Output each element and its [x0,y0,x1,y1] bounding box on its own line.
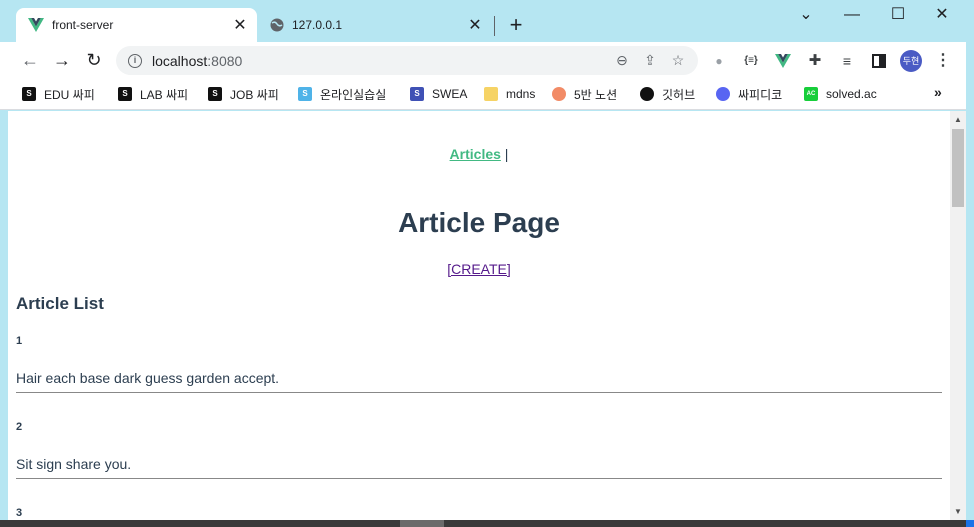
article-item[interactable]: 2 Sit sign share you. [16,421,942,479]
vue-devtools-icon[interactable] [772,50,794,72]
bookmarks-overflow-button[interactable]: » [934,84,942,100]
bookmark-label: SWEA [432,87,468,101]
article-id: 1 [16,335,23,347]
back-button[interactable]: ← [18,48,42,72]
horizontal-scroll-thumb[interactable] [400,520,444,527]
tab-front-server[interactable]: front-server ✕ [16,8,257,42]
github-extension-icon[interactable]: ● [708,50,730,72]
scroll-down-icon[interactable]: ▼ [950,507,966,516]
bookmark-mdns[interactable]: mdns [484,84,535,104]
ssafy-icon: S [22,87,36,101]
article-content: Sit sign share you. [16,456,132,472]
taskbar-accent [966,520,974,527]
menu-kebab-icon[interactable]: ⋮ [932,50,954,72]
minimize-button[interactable]: — [832,4,872,28]
maximize-button[interactable]: ☐ [878,4,918,28]
bookmark-label: LAB 싸피 [140,87,189,102]
extensions-puzzle-icon[interactable]: ✚ [804,50,826,72]
article-id: 3 [16,507,23,519]
bookmark-solvedac[interactable]: AC solved.ac [804,84,877,104]
tab-search-button[interactable]: ⌄ [786,4,826,28]
article-item[interactable]: 3 [16,507,942,519]
bookmark-label: solved.ac [826,87,877,101]
close-tab-icon[interactable]: ✕ [464,15,486,35]
taskbar-strip [0,520,974,527]
folder-icon [484,87,498,101]
bookmark-swea[interactable]: S SWEA [410,84,467,104]
app-nav: Articles | [8,146,950,162]
ssafy-icon: S [208,87,222,101]
bookmark-job-ssafy[interactable]: S JOB 싸피 [208,84,279,104]
page-viewport: Articles | Article Page [CREATE] Article… [8,111,950,520]
bookmark-label: JOB 싸피 [230,87,279,102]
tab-separator [494,16,495,36]
scroll-thumb[interactable] [952,129,964,207]
scroll-up-icon[interactable]: ▲ [950,115,966,124]
bookmarks-bar: S EDU 싸피 S LAB 싸피 S JOB 싸피 S 온라인실습실 S SW… [0,78,974,110]
bookmark-lab-ssafy[interactable]: S LAB 싸피 [118,84,188,104]
new-tab-button[interactable]: + [506,14,526,36]
bookmark-label: 싸피디코 [738,87,783,102]
bookmark-discord[interactable]: 싸피디코 [716,84,782,104]
globe-icon [270,18,284,32]
article-id: 2 [16,421,23,433]
divider [16,478,942,479]
nav-separator: | [500,146,509,162]
github-icon [640,87,654,101]
bookmark-notion[interactable]: 5반 노션 [552,84,617,104]
window-border [966,42,974,520]
reload-button[interactable]: ↻ [82,48,106,72]
ssafy-icon: S [118,87,132,101]
share-icon[interactable]: ⇪ [636,52,664,69]
side-panel-icon[interactable] [868,50,890,72]
nav-articles-link[interactable]: Articles [450,146,501,162]
bookmark-label: EDU 싸피 [44,87,95,102]
profile-avatar[interactable]: 두현 [900,50,922,72]
json-extension-icon[interactable]: {≡} [740,50,762,72]
forward-button[interactable]: → [50,48,74,72]
bookmark-github[interactable]: 깃허브 [640,84,695,104]
tab-title: front-server [52,18,114,32]
article-item[interactable]: 1 Hair each base dark guess garden accep… [16,335,942,393]
bookmark-star-icon[interactable]: ☆ [664,52,692,69]
ssafy-icon: S [298,87,312,101]
tab-127-0-0-1[interactable]: 127.0.0.1 ✕ [262,8,492,42]
article-content: Hair each base dark guess garden accept. [16,370,280,386]
peach-icon [552,87,566,101]
divider [16,392,942,393]
browser-toolbar: ← → ↻ i localhost:8080 ⊖ ⇪ ☆ ● {≡} ✚ ≡ 두… [0,42,974,78]
address-bar[interactable]: i localhost:8080 ⊖ ⇪ ☆ [116,46,698,75]
bookmark-online-lab[interactable]: S 온라인실습실 [298,84,386,104]
vertical-scrollbar[interactable]: ▲ ▼ [950,111,966,520]
solvedac-icon: AC [804,87,818,101]
create-link[interactable]: [CREATE] [447,261,511,277]
page-title: Article Page [398,207,560,238]
zoom-icon[interactable]: ⊖ [608,52,636,69]
bookmark-label: 온라인실습실 [320,87,387,102]
close-tab-icon[interactable]: ✕ [229,15,251,35]
bookmark-edu-ssafy[interactable]: S EDU 싸피 [22,84,95,104]
discord-icon [716,87,730,101]
tab-strip: front-server ✕ 127.0.0.1 ✕ + ⌄ — ☐ ✕ [0,0,974,42]
vue-logo-icon [28,18,44,32]
url-text[interactable]: localhost:8080 [152,53,608,69]
tab-title: 127.0.0.1 [292,18,343,32]
site-info-icon[interactable]: i [128,53,142,68]
close-window-button[interactable]: ✕ [922,4,962,28]
create-link-wrap: [CREATE] [8,261,950,277]
bookmark-label: 깃허브 [662,87,696,102]
list-heading: Article List [16,294,104,313]
media-control-icon[interactable]: ≡ [836,50,858,72]
bookmark-label: 5반 노션 [574,87,618,102]
swea-icon: S [410,87,424,101]
bookmark-label: mdns [506,87,536,101]
